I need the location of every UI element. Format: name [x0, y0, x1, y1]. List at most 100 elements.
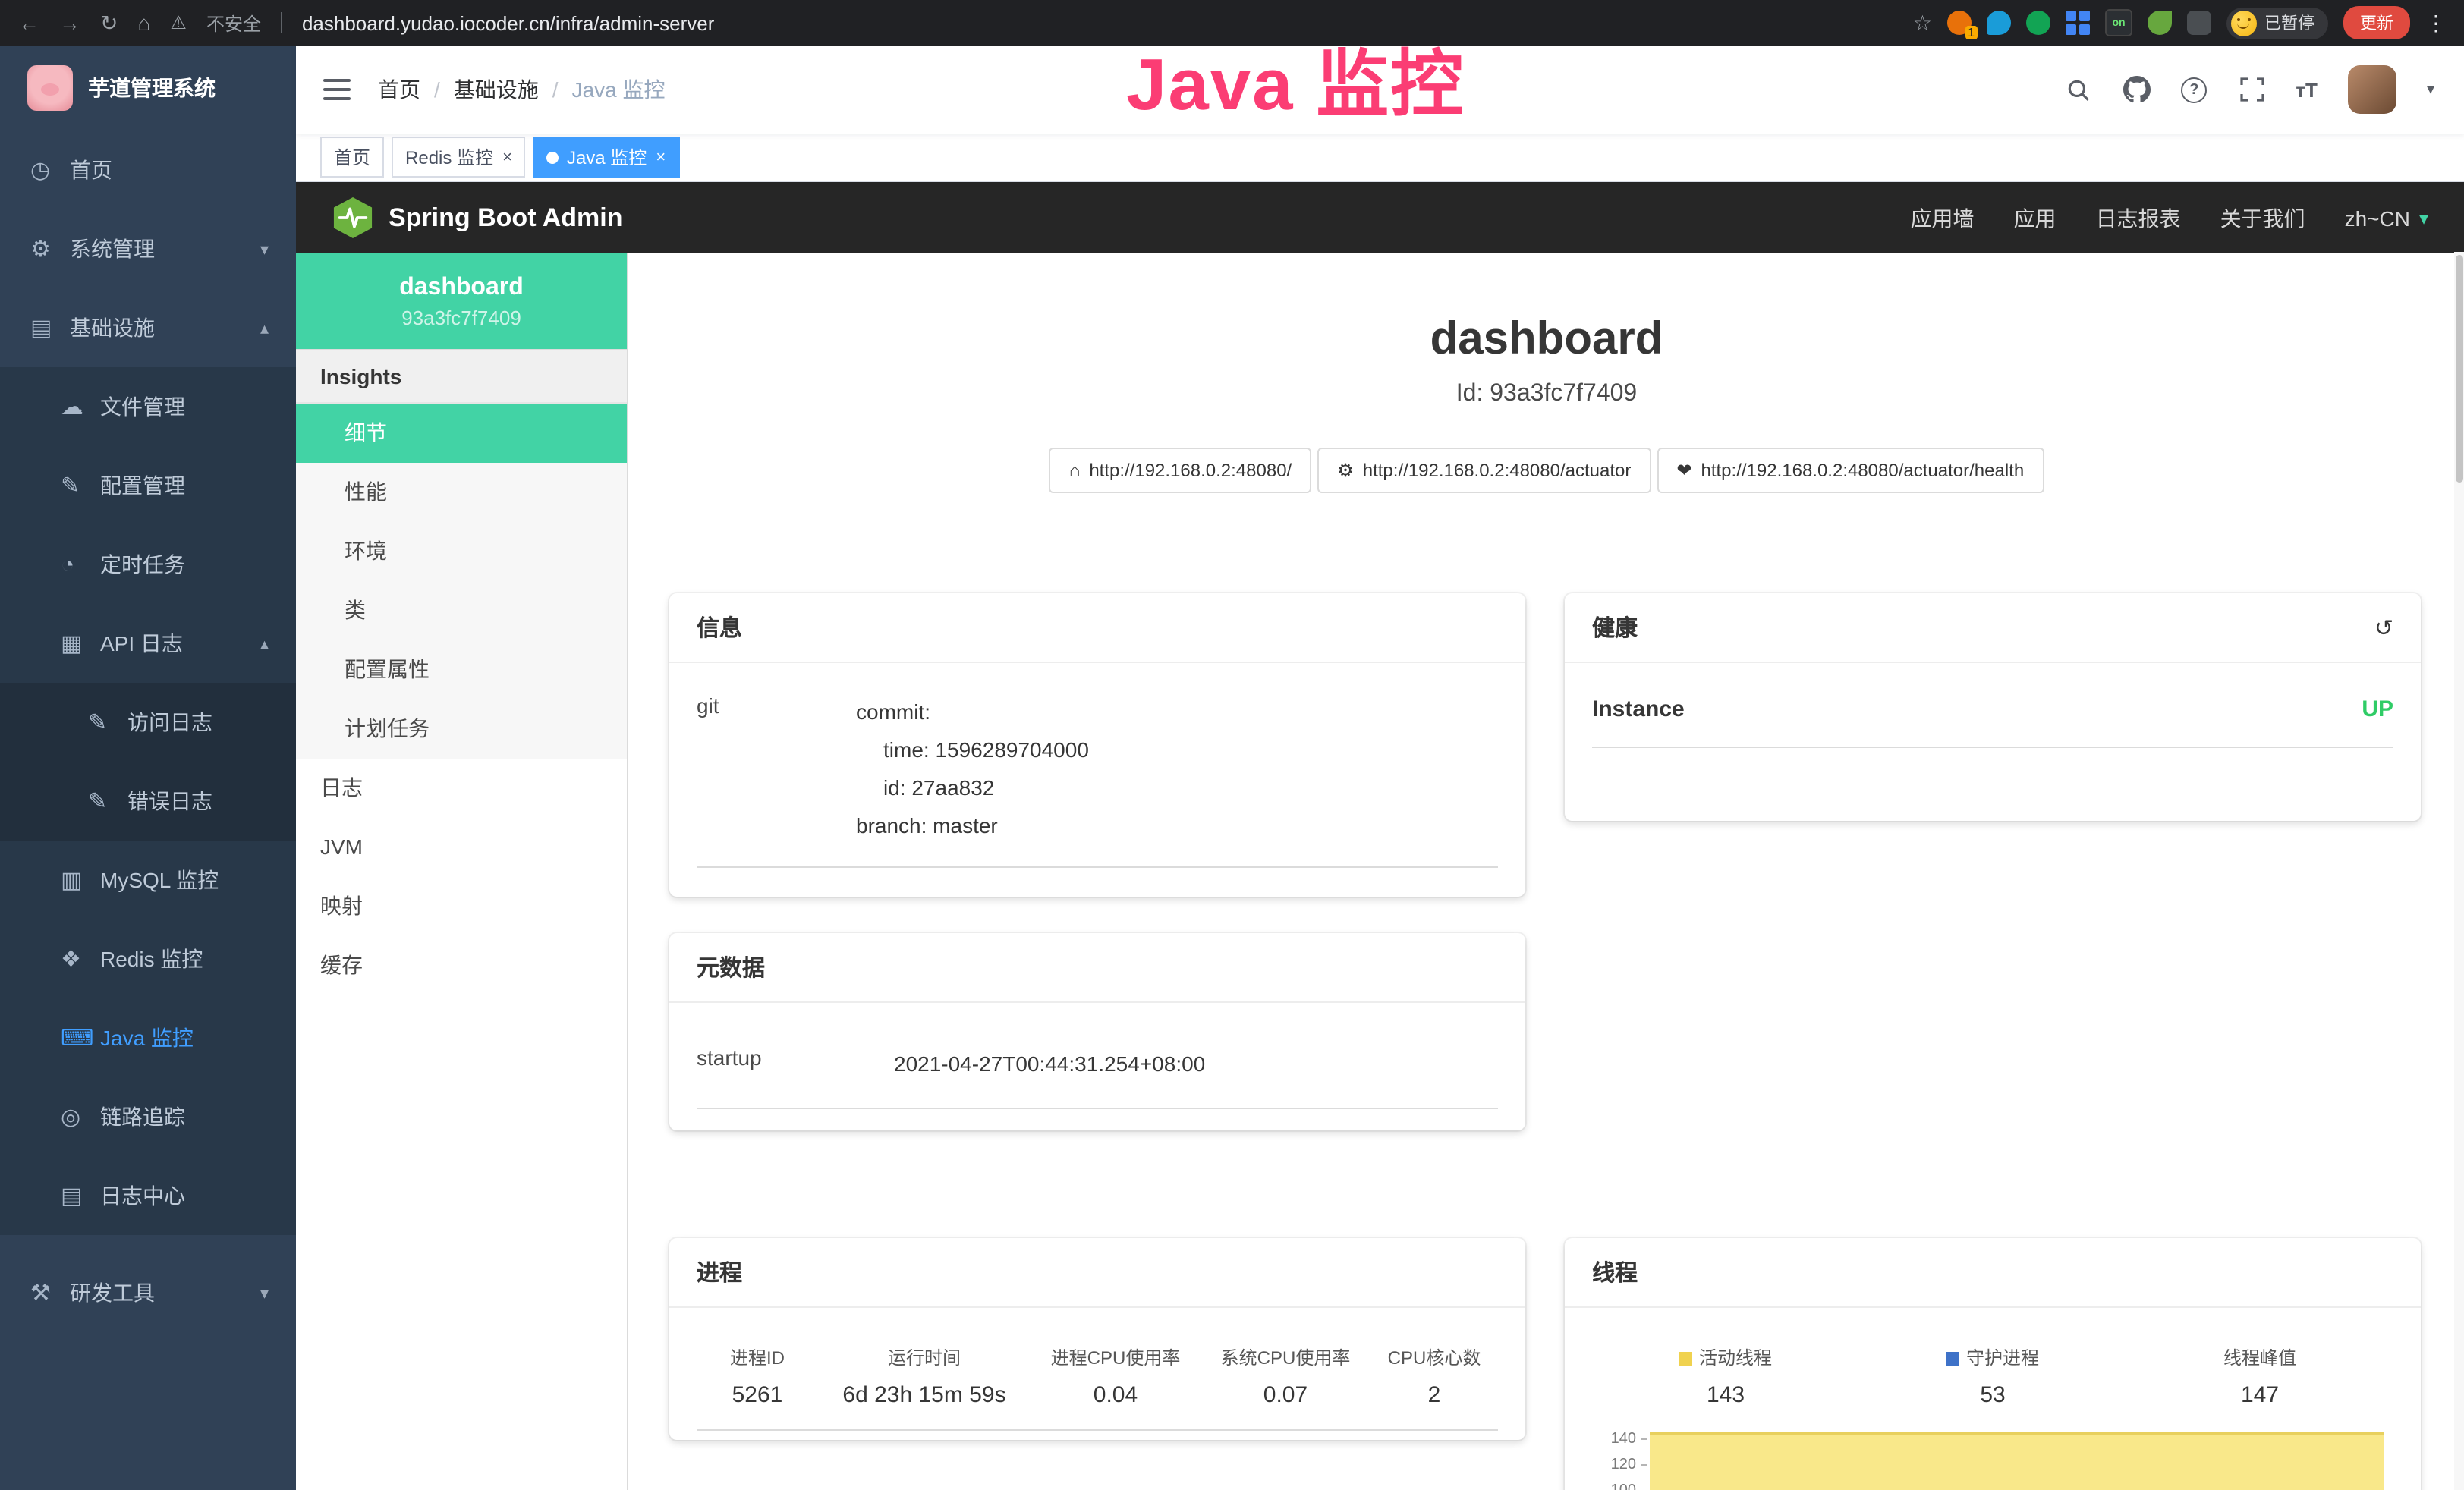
- sba-nav-applications[interactable]: 应用: [2014, 203, 2056, 233]
- menu-item-mappings[interactable]: 映射: [296, 877, 627, 936]
- metadata-card-header: 元数据: [669, 933, 1525, 1003]
- threads-values: 143 53 147: [1592, 1382, 2393, 1408]
- sidebar-item-log-center[interactable]: ▤ 日志中心: [0, 1156, 296, 1235]
- menu-item-logs[interactable]: 日志: [296, 759, 627, 818]
- breadcrumb-infrastructure[interactable]: 基础设施: [454, 74, 539, 105]
- sidebar-item-infrastructure[interactable]: ▤ 基础设施 ▴: [0, 288, 296, 367]
- health-row-instance[interactable]: Instance UP: [1592, 696, 2393, 748]
- scrollbar[interactable]: [2454, 252, 2464, 1490]
- daemon-threads-value: 53: [1859, 1382, 2126, 1408]
- col-header: 运行时间: [818, 1344, 1031, 1370]
- extension-icon-4[interactable]: [2066, 11, 2090, 35]
- tag-redis-monitor[interactable]: Redis 监控 ×: [392, 137, 526, 178]
- update-button[interactable]: 更新: [2343, 6, 2410, 39]
- process-table-values: 5261 6d 23h 15m 59s 0.04 0.07 2: [697, 1382, 1498, 1431]
- chevron-down-icon[interactable]: ▾: [2427, 81, 2434, 98]
- ytick: 120: [1592, 1452, 1647, 1478]
- extension-icon-6[interactable]: [2148, 11, 2172, 35]
- instance-header[interactable]: dashboard 93a3fc7f7409: [296, 253, 627, 349]
- col-header: 进程CPU使用率: [1031, 1344, 1201, 1370]
- service-url-button[interactable]: ⌂ http://192.168.0.2:48080/: [1049, 448, 1311, 493]
- sidebar-item-file-manage[interactable]: ☁ 文件管理: [0, 367, 296, 446]
- help-icon[interactable]: ?: [2180, 76, 2208, 103]
- sidebar-item-api-log[interactable]: ▦ API 日志 ▴: [0, 604, 296, 683]
- sidebar-item-mysql-monitor[interactable]: ▥ MySQL 监控: [0, 841, 296, 919]
- fullscreen-icon[interactable]: [2238, 76, 2265, 103]
- sidebar-item-system[interactable]: ⚙ 系统管理 ▾: [0, 209, 296, 288]
- menu-item-caches[interactable]: 缓存: [296, 936, 627, 995]
- back-icon[interactable]: ←: [18, 11, 39, 35]
- locale-select[interactable]: zh~CN ▾: [2345, 206, 2428, 230]
- sidebar-item-access-log[interactable]: ✎ 访问日志: [0, 683, 296, 762]
- breadcrumb-current: Java 监控: [572, 74, 666, 105]
- tag-label: Redis 监控: [405, 144, 493, 170]
- history-icon[interactable]: ↺: [2374, 614, 2393, 641]
- sba-brand[interactable]: Spring Boot Admin: [332, 196, 623, 240]
- extension-icon-1[interactable]: 1: [1947, 11, 1972, 35]
- user-avatar[interactable]: [2348, 65, 2396, 114]
- sidebar-item-redis-monitor[interactable]: ❖ Redis 监控: [0, 919, 296, 998]
- sidebar-item-label: 链路追踪: [100, 1102, 185, 1132]
- sidebar-item-home[interactable]: ◷ 首页: [0, 130, 296, 209]
- threads-chart: 140 120 100: [1592, 1426, 2393, 1490]
- sba-nav-journal[interactable]: 日志报表: [2096, 203, 2181, 233]
- browser-home-icon[interactable]: ⌂: [137, 11, 150, 35]
- extension-icon-3[interactable]: [2026, 11, 2050, 35]
- search-icon[interactable]: [2065, 76, 2092, 103]
- github-icon[interactable]: [2123, 76, 2150, 103]
- legend-active-threads: 活动线程: [1592, 1344, 1859, 1370]
- process-id-value: 5261: [697, 1382, 818, 1408]
- close-icon[interactable]: ×: [656, 148, 666, 166]
- chevron-down-icon: ▾: [260, 1283, 269, 1303]
- health-url-button[interactable]: ❤ http://192.168.0.2:48080/actuator/heal…: [1657, 448, 2044, 493]
- extension-icon-7[interactable]: [2187, 11, 2211, 35]
- app-logo[interactable]: 芋道管理系统: [0, 46, 296, 130]
- refresh-icon[interactable]: ↻: [100, 10, 118, 36]
- health-card-body: Instance UP: [1565, 663, 2421, 748]
- sidebar-item-label: 日志中心: [100, 1180, 185, 1211]
- divider: [281, 12, 282, 33]
- menu-item-classes[interactable]: 类: [296, 581, 627, 640]
- security-label[interactable]: 不安全: [206, 10, 261, 36]
- hamburger-icon[interactable]: [296, 79, 378, 100]
- sidebar-item-dev-tools[interactable]: ⚒ 研发工具 ▾: [0, 1253, 296, 1332]
- security-warning-icon[interactable]: ⚠: [170, 12, 187, 33]
- bookmark-star-icon[interactable]: ☆: [1913, 10, 1932, 36]
- cpu-cores-value: 2: [1370, 1382, 1498, 1408]
- sidebar-menu: ◷ 首页 ⚙ 系统管理 ▾ ▤ 基础设施 ▴ ☁ 文件管理: [0, 130, 296, 1332]
- sba-nav-wallboard[interactable]: 应用墙: [1911, 203, 1975, 233]
- sidebar-item-config-manage[interactable]: ✎ 配置管理: [0, 446, 296, 525]
- forward-icon[interactable]: →: [59, 11, 80, 35]
- close-icon[interactable]: ×: [502, 148, 512, 166]
- wrench-icon: ⚙: [1337, 460, 1354, 481]
- sidebar-item-java-monitor[interactable]: ⌨ Java 监控: [0, 998, 296, 1077]
- font-size-icon[interactable]: тT: [2296, 78, 2318, 101]
- card-title: 健康: [1592, 611, 1638, 643]
- sidebar-item-label: 文件管理: [100, 391, 185, 422]
- address-bar[interactable]: dashboard.yudao.iocoder.cn/infra/admin-s…: [302, 11, 714, 34]
- browser-menu-icon[interactable]: ⋮: [2425, 10, 2447, 36]
- menu-item-config-props[interactable]: 配置属性: [296, 640, 627, 699]
- sidebar-item-scheduled-jobs[interactable]: ◔ 定时任务: [0, 525, 296, 604]
- chevron-down-icon: ▾: [2419, 207, 2428, 228]
- sba-nav-about[interactable]: 关于我们: [2220, 203, 2305, 233]
- sidebar-item-error-log[interactable]: ✎ 错误日志: [0, 762, 296, 841]
- extension-icon-5[interactable]: on: [2105, 9, 2132, 36]
- menu-item-jvm[interactable]: JVM: [296, 818, 627, 877]
- menu-item-details[interactable]: 细节: [296, 404, 627, 463]
- breadcrumb-separator: /: [434, 77, 440, 102]
- breadcrumb: 首页 / 基础设施 / Java 监控: [378, 74, 666, 105]
- menu-item-performance[interactable]: 性能: [296, 463, 627, 522]
- profile-chip[interactable]: 已暂停: [2226, 7, 2328, 39]
- ytick: 100: [1592, 1478, 1647, 1490]
- tag-home[interactable]: 首页: [320, 137, 384, 178]
- tag-java-monitor[interactable]: Java 监控 ×: [533, 137, 679, 178]
- extension-icon-2[interactable]: [1987, 11, 2011, 35]
- sidebar-item-trace[interactable]: ◎ 链路追踪: [0, 1077, 296, 1156]
- menu-item-scheduled-tasks[interactable]: 计划任务: [296, 699, 627, 759]
- menu-item-environment[interactable]: 环境: [296, 522, 627, 581]
- breadcrumb-home[interactable]: 首页: [378, 74, 420, 105]
- actuator-url-button[interactable]: ⚙ http://192.168.0.2:48080/actuator: [1317, 448, 1651, 493]
- scrollbar-thumb[interactable]: [2456, 255, 2463, 483]
- locale-value: zh~CN: [2345, 206, 2410, 230]
